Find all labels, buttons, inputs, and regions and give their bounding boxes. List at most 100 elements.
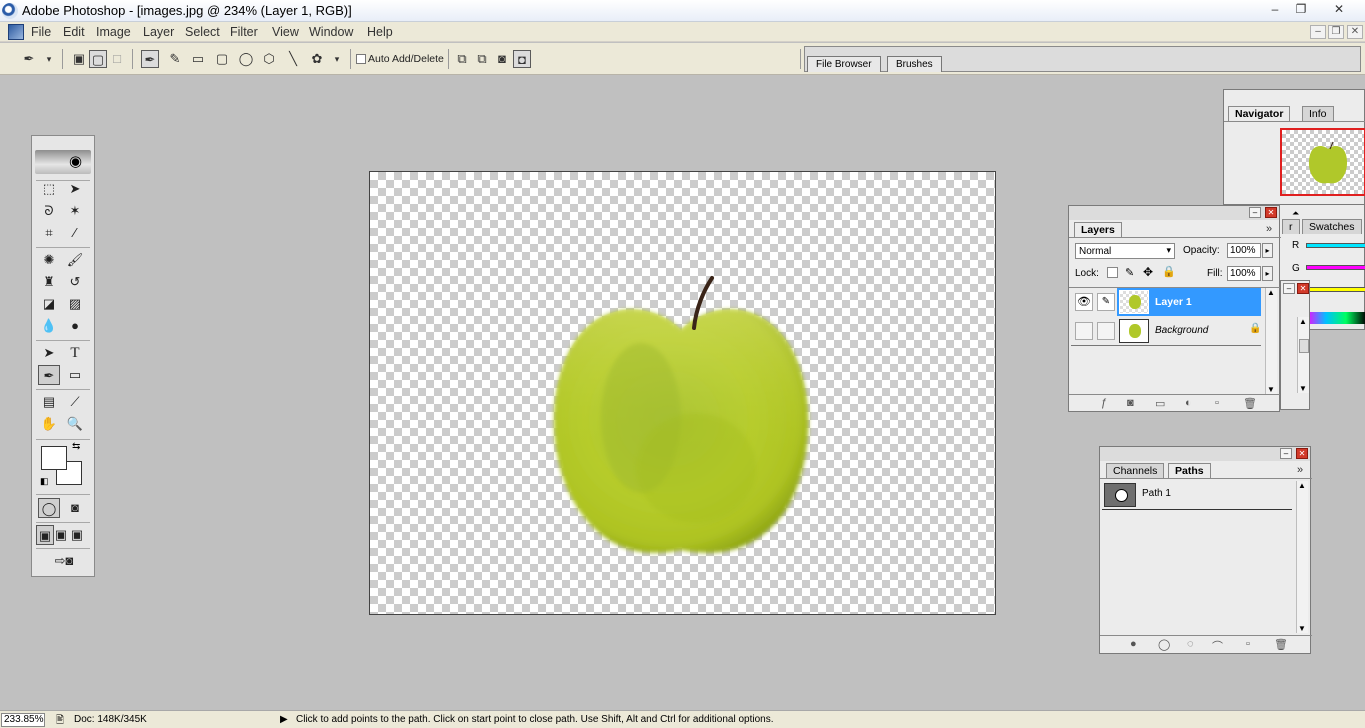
fill-slider-arrow-icon[interactable]: ▸ <box>1262 266 1273 281</box>
dodge-icon[interactable]: ● <box>64 316 86 336</box>
new-layer-icon[interactable]: ▫ <box>1215 397 1219 409</box>
lock-all-icon[interactable]: 🔒 <box>1162 265 1176 278</box>
scroll-down-icon[interactable]: ▼ <box>1299 384 1307 393</box>
tab-paths[interactable]: Paths <box>1168 463 1211 478</box>
tab-swatches[interactable]: Swatches <box>1302 219 1362 234</box>
pen-tool-preset-icon[interactable]: ✒ <box>20 50 38 68</box>
document-restore-button[interactable]: ❐ <box>1328 25 1344 39</box>
blend-mode-select[interactable]: Normal ▾ <box>1075 243 1175 259</box>
scroll-up-icon[interactable]: ▲ <box>1298 481 1306 490</box>
exclude-overlapping-icon[interactable]: ◘ <box>513 50 531 68</box>
tab-info[interactable]: Info <box>1302 106 1334 121</box>
freeform-pen-icon[interactable]: ✎ <box>166 50 184 68</box>
menu-layer[interactable]: Layer <box>143 25 174 39</box>
move-icon[interactable]: ➤ <box>64 179 86 199</box>
layers-panel-titlebar[interactable] <box>1069 206 1279 220</box>
new-layer-set-icon[interactable]: ▭ <box>1155 397 1165 410</box>
scroll-up-icon[interactable]: ▲ <box>1299 317 1307 326</box>
paths-close-button[interactable]: ✕ <box>1296 448 1308 459</box>
scroll-thumb[interactable] <box>1299 339 1309 353</box>
subtract-shape-area-icon[interactable]: ⧉ <box>473 50 491 68</box>
menu-view[interactable]: View <box>272 25 299 39</box>
zoom-icon[interactable]: 🔍 <box>64 414 86 434</box>
notes-icon[interactable]: ▤ <box>38 392 60 412</box>
pen-icon[interactable]: ✒ <box>38 365 60 385</box>
magic-wand-icon[interactable]: ✶ <box>64 201 86 221</box>
make-work-path-icon[interactable]: ⌒ <box>1212 638 1223 654</box>
channel-g-slider[interactable] <box>1306 265 1365 270</box>
channel-r-slider[interactable] <box>1306 243 1365 248</box>
lock-transparent-pixels-icon[interactable] <box>1107 267 1118 278</box>
docked-panel-scrollbar[interactable]: ▲ ▼ <box>1297 317 1309 393</box>
scroll-down-icon[interactable]: ▼ <box>1267 385 1275 394</box>
layer-visibility-eye-icon[interactable]: 👁 <box>1075 293 1093 311</box>
auto-add-delete-checkbox[interactable] <box>356 54 366 64</box>
swap-colors-icon[interactable]: ⇆ <box>72 441 80 452</box>
opacity-input[interactable]: 100% <box>1227 243 1261 258</box>
menu-window[interactable]: Window <box>309 25 353 39</box>
rectangle-shape-icon[interactable]: ▭ <box>189 50 207 68</box>
shape-icon[interactable]: ▭ <box>64 365 86 385</box>
docked-panel-minimize-button[interactable]: – <box>1283 283 1295 294</box>
hand-icon[interactable]: ✋ <box>38 414 60 434</box>
menu-file[interactable]: File <box>31 25 51 39</box>
pen-tool-icon[interactable]: ✒ <box>141 50 159 68</box>
lasso-icon[interactable]: ᘐ <box>38 201 60 221</box>
tab-brushes[interactable]: Brushes <box>887 56 942 72</box>
marquee-icon[interactable]: ⬚ <box>38 179 60 199</box>
eraser-icon[interactable]: ◪ <box>38 294 60 314</box>
layer-row-layer-1[interactable]: 👁 ✎ Layer 1 <box>1071 288 1261 316</box>
tab-color[interactable]: r <box>1282 219 1300 234</box>
quick-mask-mode-icon[interactable]: ◙ <box>64 498 86 518</box>
ellipse-shape-icon[interactable]: ◯ <box>237 50 255 68</box>
lock-image-pixels-icon[interactable]: ✎ <box>1125 266 1134 279</box>
delete-path-icon[interactable]: 🗑 <box>1274 638 1288 651</box>
layers-scrollbar[interactable]: ▲ ▼ <box>1265 288 1277 394</box>
layers-close-button[interactable]: ✕ <box>1265 207 1277 218</box>
blur-icon[interactable]: 💧 <box>38 316 60 336</box>
healing-brush-icon[interactable]: ✺ <box>38 250 60 270</box>
polygon-shape-icon[interactable]: ⬡ <box>260 50 278 68</box>
slice-icon[interactable]: ⁄ <box>64 223 86 243</box>
lock-position-icon[interactable]: ✥ <box>1143 265 1153 279</box>
minimize-window-button[interactable]: – <box>1265 2 1285 18</box>
fill-input[interactable]: 100% <box>1227 266 1261 281</box>
menu-filter[interactable]: Filter <box>230 25 258 39</box>
opacity-slider-arrow-icon[interactable]: ▸ <box>1262 243 1273 258</box>
type-icon[interactable]: T <box>64 343 86 363</box>
custom-shape-dropdown-icon[interactable]: ▾ <box>328 50 346 68</box>
new-adjustment-layer-icon[interactable]: ◐ <box>1185 397 1192 409</box>
full-screen-mode-icon[interactable]: ▣ <box>68 525 86 545</box>
tab-channels[interactable]: Channels <box>1106 463 1165 478</box>
jump-to-imageready-icon[interactable]: ⇨◙ <box>38 551 90 571</box>
path-row-path-1[interactable]: Path 1 <box>1102 481 1292 509</box>
stroke-path-icon[interactable]: ◯ <box>1158 638 1170 651</box>
layers-panel-menu-icon[interactable]: » <box>1266 223 1272 235</box>
gradient-icon[interactable]: ▨ <box>64 294 86 314</box>
document-close-button[interactable]: ✕ <box>1347 25 1363 39</box>
channel-b-slider[interactable] <box>1306 287 1365 292</box>
menu-image[interactable]: Image <box>96 25 131 39</box>
restore-window-button[interactable]: ❐ <box>1291 2 1311 18</box>
shape-layers-icon[interactable]: ▣ <box>70 50 88 68</box>
layer-1-selection[interactable]: Layer 1 <box>1117 288 1261 316</box>
add-to-shape-area-icon[interactable]: ⧉ <box>453 50 471 68</box>
status-menu-arrow-icon[interactable]: ▶ <box>280 714 288 725</box>
preset-dropdown-arrow-icon[interactable]: ▾ <box>40 50 58 68</box>
paths-mode-icon[interactable]: ▢ <box>89 50 107 68</box>
line-shape-icon[interactable]: ╲ <box>284 50 302 68</box>
tab-file-browser[interactable]: File Browser <box>807 56 881 72</box>
menu-help[interactable]: Help <box>367 25 393 39</box>
docked-panel-close-button[interactable]: ✕ <box>1297 283 1309 294</box>
layers-minimize-button[interactable]: – <box>1249 207 1261 218</box>
new-path-icon[interactable]: ▫ <box>1246 638 1250 650</box>
close-window-button[interactable]: ✕ <box>1329 2 1349 18</box>
menu-edit[interactable]: Edit <box>63 25 85 39</box>
layer-edit-brush-icon[interactable]: ✎ <box>1097 293 1115 311</box>
eyedropper-icon[interactable]: ⟋ <box>64 392 86 412</box>
menu-select[interactable]: Select <box>185 25 220 39</box>
navigator-preview[interactable] <box>1280 128 1365 196</box>
background-visibility-toggle[interactable] <box>1075 322 1093 340</box>
layer-row-background[interactable]: Background 🔒 <box>1071 317 1261 345</box>
scroll-up-icon[interactable]: ▲ <box>1267 288 1275 297</box>
